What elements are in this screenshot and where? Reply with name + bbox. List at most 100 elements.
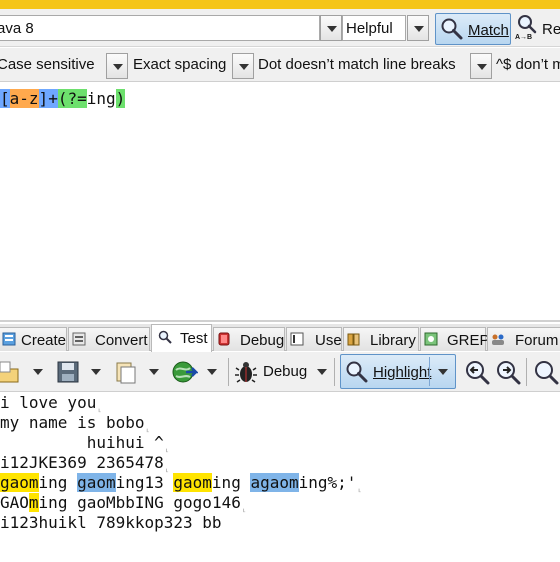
test-subject-editor[interactable]: i love you⸤ my name is bobo⸤ huihui ^⸤ i12… <box>0 393 560 562</box>
previous-match-button[interactable] <box>463 358 491 386</box>
tab-library[interactable]: Library <box>343 327 419 351</box>
debug-label: Debug <box>263 363 308 380</box>
test-line: i12JKE369 2365478⸤ <box>0 453 362 474</box>
folder-icon <box>0 361 19 383</box>
flavor-dropdown-button[interactable] <box>320 15 342 41</box>
main-toolbar: ava 8 Helpful Match A→B Re <box>0 9 560 47</box>
dot-option: Dot doesn’t match line breaks <box>258 56 456 73</box>
test-line: gaoming gaoming13 gaoming agaoming%;'⸤ <box>0 473 362 494</box>
regex-text: [a-z]+(?=ing) <box>0 88 126 110</box>
regex-token: [ <box>0 89 10 108</box>
replace-label: Re <box>542 21 560 38</box>
use-icon <box>290 332 304 346</box>
test-text: huihui ^ <box>0 433 164 452</box>
spacing-option: Exact spacing <box>133 56 227 73</box>
replace-button[interactable]: A→B Re <box>514 13 560 45</box>
save-dropdown-arrow[interactable] <box>91 369 101 375</box>
test-text: ing <box>211 473 251 492</box>
regex-token: (?= <box>57 89 87 108</box>
tab-convert[interactable]: Convert <box>68 327 150 351</box>
tab-convert-label: Convert <box>95 332 148 349</box>
debug-icon <box>218 332 230 346</box>
match-highlight-alt: gaom <box>77 473 116 492</box>
toolbar-separator-2 <box>334 358 335 386</box>
magnifier-icon <box>441 18 463 40</box>
replace-magnifier-icon <box>518 15 537 34</box>
tab-grep-label: GREP <box>447 332 490 349</box>
test-text: ing13 <box>115 473 174 492</box>
open-dropdown-arrow[interactable] <box>33 369 43 375</box>
tab-test[interactable]: Test <box>151 324 212 352</box>
test-line: GAOming gaoMbbING gogo146⸤ <box>0 493 362 514</box>
web-dropdown-arrow[interactable] <box>207 369 217 375</box>
mode-combo[interactable]: Helpful <box>342 15 406 41</box>
dot-dropdown-button[interactable] <box>470 53 492 79</box>
open-file-button[interactable] <box>0 358 20 386</box>
case-dropdown-button[interactable] <box>106 53 128 79</box>
convert-icon <box>72 332 86 346</box>
next-match-button[interactable] <box>494 358 522 386</box>
debug-dropdown-arrow[interactable] <box>317 369 327 375</box>
save-button[interactable] <box>54 358 82 386</box>
regex-token: ] <box>38 89 49 108</box>
forum-icon <box>492 334 504 345</box>
globe-icon <box>172 361 200 383</box>
case-option: Case sensitive <box>0 56 95 73</box>
test-line: i love you⸤ <box>0 393 362 414</box>
test-line: huihui ^⸤ <box>0 433 362 454</box>
tab-debug-label: Debug <box>240 332 285 349</box>
highlight-magnifier-icon <box>346 361 368 383</box>
web-button[interactable] <box>170 358 200 386</box>
flavor-value: ava 8 <box>0 20 34 37</box>
test-magnifier-icon <box>158 330 172 344</box>
regex-token: ) <box>115 89 126 108</box>
spacing-dropdown-button[interactable] <box>232 53 254 79</box>
test-lines: i love you⸤ my name is bobo⸤ huihui ^⸤ i12… <box>0 393 362 533</box>
tab-debug[interactable]: Debug <box>213 327 285 351</box>
highlight-dropdown-arrow[interactable] <box>438 369 448 375</box>
test-text: i love you <box>0 393 97 412</box>
tab-test-label: Test <box>180 330 208 347</box>
tab-create-label: Create <box>21 332 67 349</box>
magnifier-right-icon <box>497 361 521 385</box>
match-button[interactable]: Match <box>435 13 511 45</box>
tab-grep[interactable]: GREP <box>420 327 490 351</box>
create-icon <box>2 332 16 346</box>
tab-use[interactable]: Use <box>286 327 342 351</box>
magnifier-find-icon <box>535 361 559 385</box>
match-highlight: gaom <box>0 473 39 492</box>
regex-editor[interactable]: [a-z]+(?=ing) <box>0 84 560 322</box>
match-highlight-alt: agaom <box>250 473 299 492</box>
test-text: i12JKE369 2365478 <box>0 453 164 472</box>
regex-token: ing <box>86 89 116 108</box>
flavor-combo[interactable]: ava 8 <box>0 15 320 41</box>
tab-use-label: Use <box>315 332 342 349</box>
test-text: my name is bobo <box>0 413 145 432</box>
magnifier-left-icon <box>466 361 490 385</box>
test-text: i123huikl 789kkop323 bb <box>0 513 222 532</box>
mode-dropdown-button[interactable] <box>407 15 429 41</box>
debug-button[interactable]: Debug <box>234 358 330 386</box>
test-text: GAO <box>0 493 29 512</box>
highlight-button[interactable]: Highlight <box>340 354 456 389</box>
panel-tabs: Create Convert Test Debug Use Library GR… <box>0 324 560 352</box>
test-line: my name is bobo⸤ <box>0 413 362 434</box>
find-button[interactable] <box>532 358 560 386</box>
anchors-option: ^$ don’t m <box>496 56 560 73</box>
copy-button[interactable] <box>112 358 140 386</box>
clipboard-icon <box>116 362 136 384</box>
toolbar-separator <box>228 358 229 386</box>
regex-token: a-z <box>9 89 39 108</box>
options-toolbar: Case sensitive Exact spacing Dot doesn’t… <box>0 48 560 82</box>
floppy-icon <box>57 361 79 383</box>
copy-dropdown-arrow[interactable] <box>149 369 159 375</box>
replace-icon-caption: A→B <box>515 34 533 41</box>
test-toolbar: Debug Highlight <box>0 352 560 392</box>
grep-icon <box>424 332 438 346</box>
match-label: Match <box>468 22 509 39</box>
highlight-label: Highlight <box>373 364 432 381</box>
tab-forum[interactable]: Forum <box>487 327 560 351</box>
match-highlight: gaom <box>173 473 212 492</box>
tab-create[interactable]: Create <box>0 327 67 351</box>
toolbar-separator-3 <box>526 358 527 386</box>
